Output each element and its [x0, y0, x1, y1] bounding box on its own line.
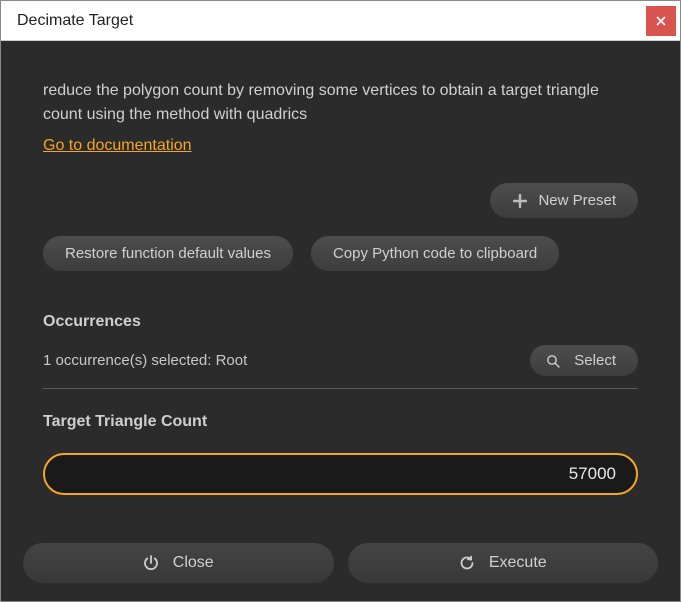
execute-button[interactable]: Execute	[348, 543, 659, 583]
occurrences-text: 1 occurrence(s) selected: Root	[43, 352, 518, 369]
description-text: reduce the polygon count by removing som…	[43, 79, 638, 127]
execute-button-label: Execute	[489, 554, 547, 572]
preset-row: New Preset	[43, 183, 638, 218]
plus-icon	[512, 193, 528, 209]
copy-python-button[interactable]: Copy Python code to clipboard	[311, 236, 559, 271]
new-preset-label: New Preset	[538, 192, 616, 209]
select-button[interactable]: Select	[530, 345, 638, 376]
titlebar: Decimate Target	[1, 1, 680, 41]
close-button-label: Close	[173, 554, 214, 572]
power-icon	[143, 555, 159, 571]
new-preset-button[interactable]: New Preset	[490, 183, 638, 218]
close-icon	[656, 16, 666, 26]
inner-panel: reduce the polygon count by removing som…	[3, 43, 678, 543]
copy-python-label: Copy Python code to clipboard	[333, 245, 537, 262]
refresh-icon	[459, 555, 475, 571]
footer-row: Close Execute	[3, 543, 678, 599]
action-row: Restore function default values Copy Pyt…	[43, 236, 638, 271]
search-icon	[546, 354, 560, 368]
target-count-heading: Target Triangle Count	[43, 413, 638, 431]
documentation-link[interactable]: Go to documentation	[43, 137, 638, 155]
window-close-button[interactable]	[646, 6, 676, 36]
restore-defaults-label: Restore function default values	[65, 245, 271, 262]
target-triangle-count-input[interactable]	[43, 453, 638, 495]
select-label: Select	[574, 352, 616, 369]
restore-defaults-button[interactable]: Restore function default values	[43, 236, 293, 271]
dialog-window: Decimate Target reduce the polygon count…	[0, 0, 681, 602]
occurrences-heading: Occurrences	[43, 313, 638, 331]
window-title: Decimate Target	[17, 12, 133, 30]
content-panel: reduce the polygon count by removing som…	[1, 41, 680, 601]
target-count-field-wrap	[43, 453, 638, 495]
close-button[interactable]: Close	[23, 543, 334, 583]
occurrences-row: 1 occurrence(s) selected: Root Select	[43, 345, 638, 389]
